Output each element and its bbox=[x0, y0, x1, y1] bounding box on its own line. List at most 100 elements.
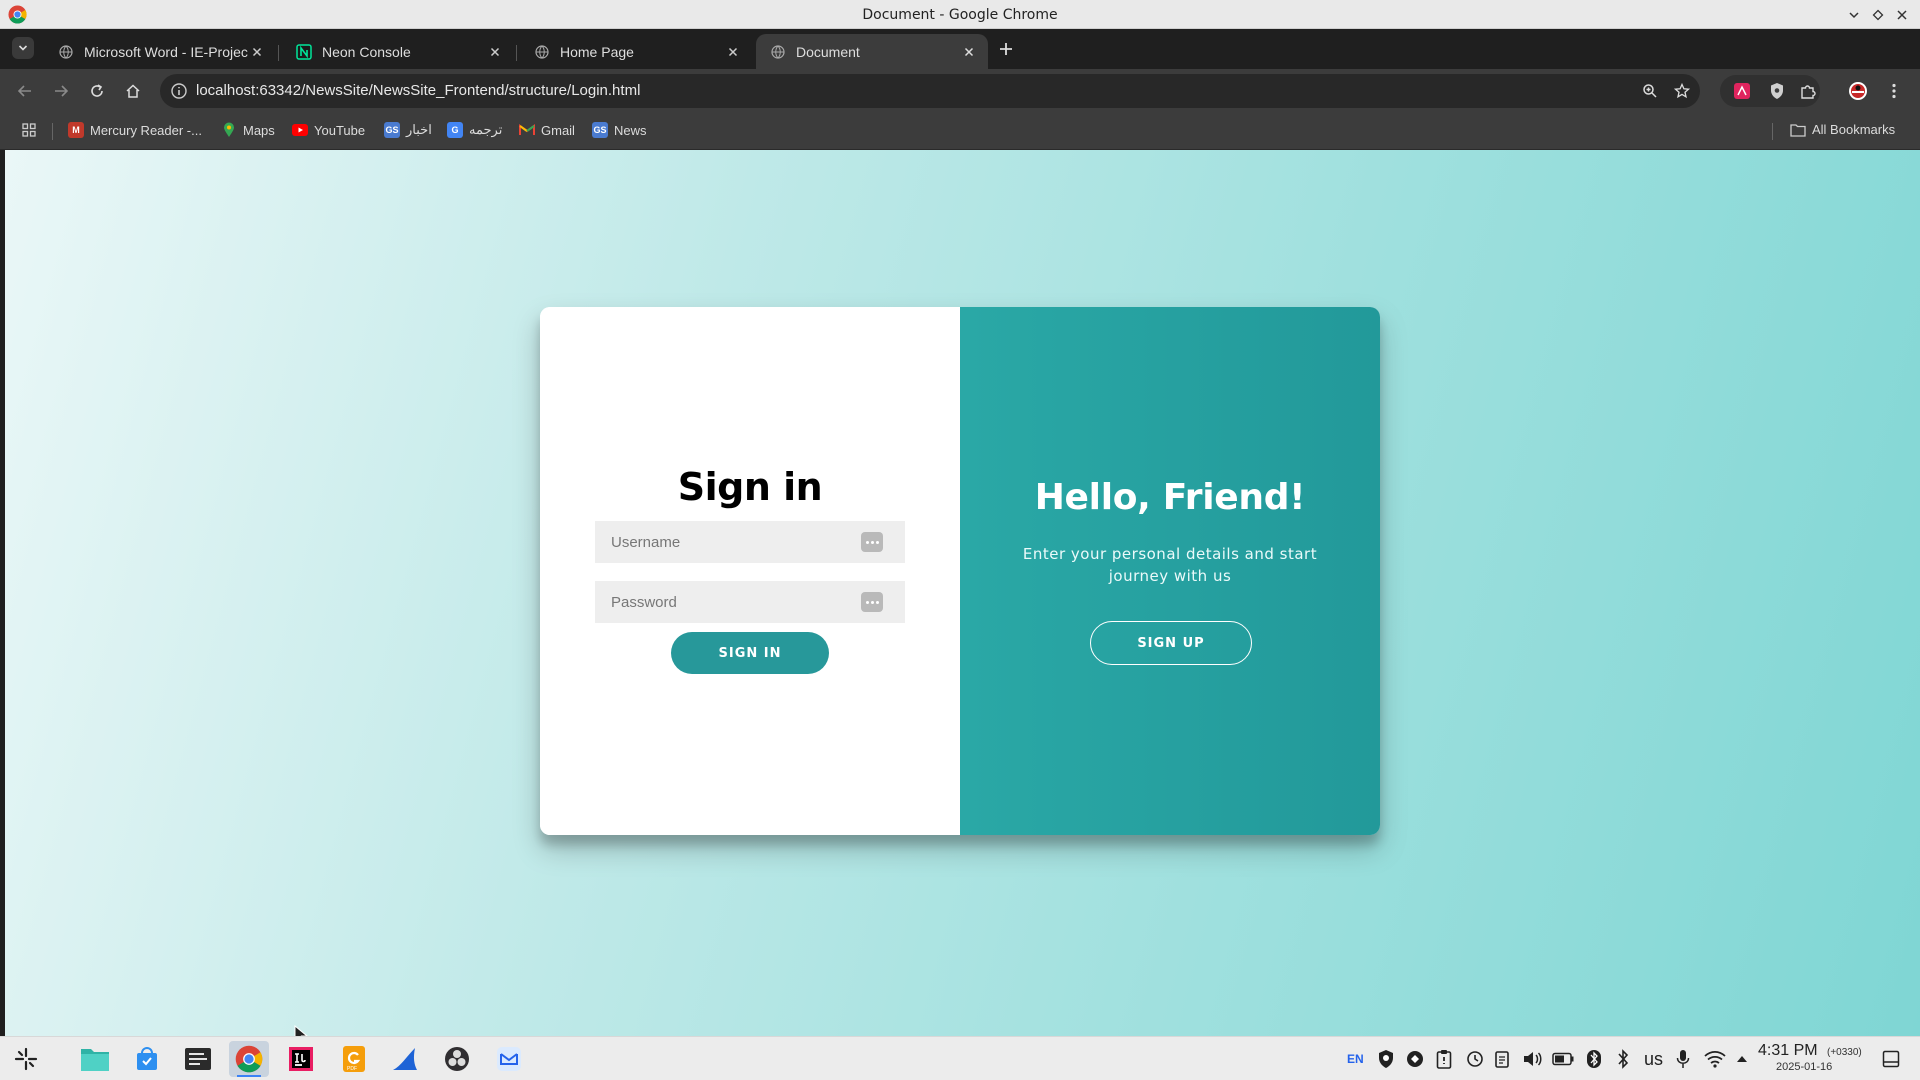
youtube-icon bbox=[292, 122, 308, 138]
tab-neon-console[interactable]: Neon Console bbox=[282, 34, 514, 69]
tray-security[interactable] bbox=[1376, 1049, 1396, 1069]
tab-microsoft-word[interactable]: Microsoft Word - IE-Project bbox=[44, 34, 276, 69]
maximize-button[interactable] bbox=[1867, 4, 1889, 26]
new-tab-button[interactable] bbox=[995, 38, 1017, 60]
back-button[interactable] bbox=[14, 80, 36, 102]
launcher-button[interactable] bbox=[6, 1041, 46, 1077]
tray-volume[interactable] bbox=[1522, 1049, 1542, 1069]
svg-text:PDF: PDF bbox=[347, 1066, 357, 1072]
bookmark-maps[interactable]: Maps bbox=[221, 122, 275, 138]
tab-document[interactable]: Document bbox=[756, 34, 988, 69]
password-manager-icon[interactable] bbox=[861, 532, 883, 552]
taskbar-intellij[interactable] bbox=[281, 1041, 321, 1077]
tab-label: Microsoft Word - IE-Project bbox=[84, 43, 248, 60]
taskbar-mail[interactable] bbox=[489, 1041, 529, 1077]
username-input[interactable] bbox=[595, 521, 845, 563]
taskbar-files[interactable] bbox=[75, 1041, 115, 1077]
bookmark-akhbar[interactable]: GS اخبار bbox=[384, 122, 432, 138]
password-field-wrap bbox=[595, 581, 905, 623]
reload-icon bbox=[91, 84, 103, 97]
home-icon bbox=[126, 84, 140, 98]
bookmark-label: Gmail bbox=[541, 122, 575, 138]
tab-close-button[interactable] bbox=[960, 43, 978, 61]
sign-up-button[interactable]: SIGN UP bbox=[1090, 621, 1252, 665]
address-bar[interactable] bbox=[160, 74, 1700, 108]
tray-updates[interactable] bbox=[1466, 1049, 1484, 1069]
sign-in-panel: Sign in SIGN IN bbox=[540, 307, 960, 835]
tray-battery[interactable] bbox=[1552, 1049, 1574, 1069]
tab-close-button[interactable] bbox=[724, 43, 742, 61]
tray-microphone[interactable] bbox=[1676, 1049, 1690, 1069]
site-info-icon[interactable] bbox=[170, 82, 188, 100]
all-bookmarks-label: All Bookmarks bbox=[1812, 122, 1896, 137]
taskbar-wireshark[interactable] bbox=[385, 1041, 425, 1077]
password-manager-icon[interactable] bbox=[861, 592, 883, 612]
password-input[interactable] bbox=[595, 581, 845, 623]
taskbar-terminal[interactable] bbox=[178, 1041, 218, 1077]
pdf-extension-button[interactable] bbox=[1732, 81, 1752, 101]
home-button[interactable] bbox=[122, 80, 144, 102]
tray-bluetooth-manager[interactable] bbox=[1586, 1049, 1602, 1069]
taskbar-store[interactable] bbox=[127, 1041, 167, 1077]
microphone-icon bbox=[1676, 1050, 1690, 1068]
all-bookmarks-button[interactable]: All Bookmarks bbox=[1790, 122, 1895, 137]
tray-expand-button[interactable] bbox=[1736, 1049, 1748, 1069]
profile-button[interactable] bbox=[1848, 81, 1868, 101]
taskbar-pdf-reader[interactable]: PDF bbox=[334, 1041, 374, 1077]
bookmark-gmail[interactable]: Gmail bbox=[519, 122, 575, 138]
notification-panel-icon bbox=[1882, 1050, 1900, 1068]
notes-icon bbox=[1495, 1051, 1509, 1068]
bookmark-label: Maps bbox=[243, 122, 275, 138]
tray-notes[interactable] bbox=[1494, 1049, 1510, 1069]
apps-button[interactable] bbox=[21, 122, 37, 138]
bookmarks-separator bbox=[1772, 123, 1773, 140]
forward-button[interactable] bbox=[50, 80, 72, 102]
bookmark-youtube[interactable]: YouTube bbox=[292, 122, 365, 138]
tab-close-button[interactable] bbox=[248, 43, 266, 61]
tray-clipboard[interactable] bbox=[1436, 1049, 1452, 1069]
tab-home-page[interactable]: Home Page bbox=[520, 34, 752, 69]
zoom-button[interactable] bbox=[1640, 81, 1660, 101]
wifi-icon bbox=[1704, 1050, 1726, 1068]
mail-icon bbox=[497, 1047, 521, 1071]
welcome-panel: Hello, Friend! Enter your personal detai… bbox=[960, 307, 1380, 835]
sign-in-button[interactable]: SIGN IN bbox=[671, 632, 829, 674]
bookmark-news[interactable]: GS News bbox=[592, 122, 647, 138]
show-desktop-button[interactable] bbox=[1882, 1049, 1900, 1069]
browser-menu-button[interactable] bbox=[1884, 81, 1904, 101]
tab-label: Neon Console bbox=[322, 43, 411, 60]
shield-extension-button[interactable] bbox=[1767, 81, 1787, 101]
window-titlebar: Document - Google Chrome bbox=[0, 0, 1920, 29]
tray-wifi[interactable] bbox=[1704, 1049, 1726, 1069]
keyboard-layout[interactable]: us bbox=[1644, 1049, 1663, 1069]
url-input[interactable] bbox=[196, 82, 1196, 99]
minimize-button[interactable] bbox=[1843, 4, 1865, 26]
page-viewport: Sign in SIGN IN Hello, Friend! Enter you… bbox=[5, 150, 1920, 1036]
globe-icon bbox=[770, 44, 786, 60]
gmail-icon bbox=[519, 122, 535, 138]
os-taskbar: PDF EN us 4:31 PM (+0330) 2025-01-16 bbox=[0, 1036, 1920, 1080]
neon-icon bbox=[296, 43, 312, 60]
bookmark-tarjome[interactable]: G ترجمه bbox=[447, 122, 502, 138]
tab-search-button[interactable] bbox=[12, 37, 34, 59]
input-language[interactable]: EN bbox=[1347, 1049, 1364, 1069]
launcher-icon bbox=[14, 1047, 38, 1071]
taskbar-obs[interactable] bbox=[437, 1041, 477, 1077]
store-icon bbox=[137, 1047, 157, 1070]
extensions-button[interactable] bbox=[1798, 81, 1818, 101]
welcome-title: Hello, Friend! bbox=[1034, 477, 1306, 518]
close-window-button[interactable] bbox=[1891, 4, 1913, 26]
diamond-icon bbox=[1872, 9, 1884, 21]
reload-button[interactable] bbox=[86, 80, 108, 102]
clock-time[interactable]: 4:31 PM bbox=[1758, 1042, 1818, 1060]
avatar-icon bbox=[1849, 82, 1867, 100]
bookmark-star-button[interactable] bbox=[1672, 81, 1692, 101]
tab-close-button[interactable] bbox=[486, 43, 504, 61]
tab-label: Document bbox=[796, 43, 860, 60]
terminal-icon bbox=[185, 1048, 211, 1070]
tray-bluetooth[interactable] bbox=[1616, 1049, 1630, 1069]
taskbar-chrome[interactable] bbox=[229, 1041, 269, 1077]
chevron-up-icon bbox=[1737, 1056, 1747, 1062]
tray-app[interactable] bbox=[1406, 1049, 1424, 1069]
bookmark-mercury-reader[interactable]: M Mercury Reader -... bbox=[68, 122, 202, 138]
